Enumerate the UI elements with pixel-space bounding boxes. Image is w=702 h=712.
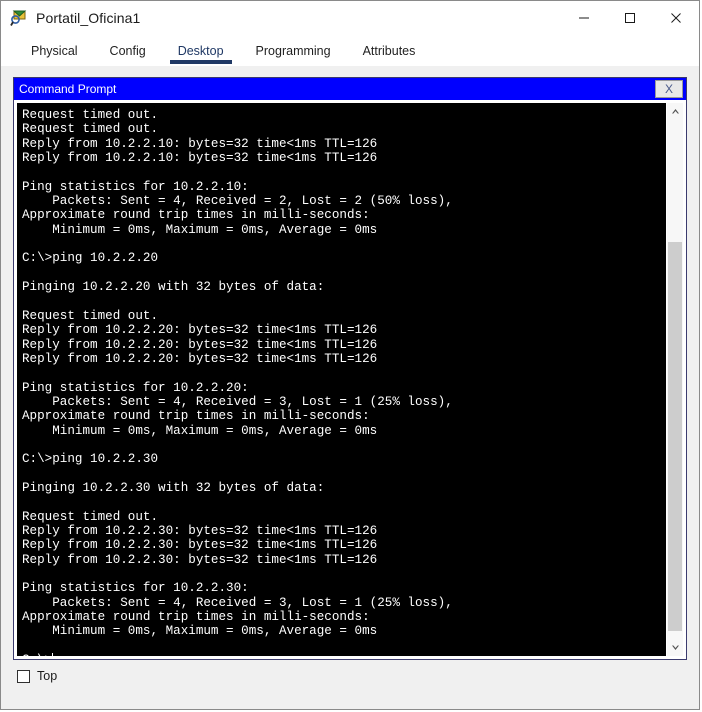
terminal-line: Request timed out. <box>22 509 159 524</box>
terminal-scrollbar[interactable] <box>666 103 683 656</box>
tab-attributes[interactable]: Attributes <box>347 35 432 66</box>
maximize-icon <box>625 13 635 23</box>
tab-programming[interactable]: Programming <box>240 35 347 66</box>
terminal-line: Approximate round trip times in milli-se… <box>22 409 370 424</box>
desktop-panel: Command Prompt X Request timed out. Reque… <box>1 66 699 709</box>
terminal-cursor <box>52 653 54 656</box>
terminal-line: Reply from 10.2.2.20: bytes=32 time<1ms … <box>22 337 378 352</box>
tab-physical[interactable]: Physical <box>15 35 94 66</box>
terminal-line: Reply from 10.2.2.30: bytes=32 time<1ms … <box>22 538 378 553</box>
command-prompt-title: Command Prompt <box>19 82 117 96</box>
terminal-line: Reply from 10.2.2.20: bytes=32 time<1ms … <box>22 323 378 338</box>
terminal-line: Reply from 10.2.2.10: bytes=32 time<1ms … <box>22 151 378 166</box>
chevron-down-icon <box>671 645 679 650</box>
terminal-line: Approximate round trip times in milli-se… <box>22 610 370 625</box>
scrollbar-up-button[interactable] <box>667 103 683 120</box>
terminal-line: Minimum = 0ms, Maximum = 0ms, Average = … <box>22 624 378 639</box>
chevron-up-icon <box>671 109 679 114</box>
tab-desktop[interactable]: Desktop <box>162 35 240 66</box>
terminal-line: C:\>ping 10.2.2.30 <box>22 452 159 467</box>
terminal-line: Request timed out. <box>22 122 159 137</box>
command-prompt-body: Request timed out. Request timed out. Repl… <box>14 100 686 659</box>
terminal-line: Approximate round trip times in milli-se… <box>22 208 370 223</box>
terminal-line: Request timed out. <box>22 108 159 122</box>
terminal-line: Ping statistics for 10.2.2.20: <box>22 380 249 395</box>
top-checkbox[interactable] <box>17 669 30 683</box>
terminal-line: Reply from 10.2.2.10: bytes=32 time<1ms … <box>22 136 378 151</box>
tab-strip: Physical Config Desktop Programming Attr… <box>1 35 699 66</box>
close-icon <box>671 13 681 23</box>
title-bar: Portatil_Oficina1 <box>1 1 699 35</box>
terminal-line: Request timed out. <box>22 308 159 323</box>
terminal-line: Minimum = 0ms, Maximum = 0ms, Average = … <box>22 222 378 237</box>
terminal-line: Packets: Sent = 4, Received = 3, Lost = … <box>22 595 453 610</box>
terminal-line: Reply from 10.2.2.30: bytes=32 time<1ms … <box>22 552 378 567</box>
scrollbar-down-button[interactable] <box>667 639 683 656</box>
terminal-line: Pinging 10.2.2.30 with 32 bytes of data: <box>22 480 325 495</box>
maximize-button[interactable] <box>607 2 653 35</box>
terminal-line: C:\> <box>22 653 666 656</box>
window-title: Portatil_Oficina1 <box>36 10 141 26</box>
terminal-line: C:\>ping 10.2.2.20 <box>22 251 159 266</box>
packet-tracer-device-icon <box>10 9 28 27</box>
terminal-line: Ping statistics for 10.2.2.30: <box>22 581 249 596</box>
close-button[interactable] <box>653 2 699 35</box>
top-checkbox-label: Top <box>37 669 58 683</box>
minimize-icon <box>579 17 589 19</box>
command-prompt-close-button[interactable]: X <box>655 80 683 98</box>
command-prompt-window: Command Prompt X Request timed out. Reque… <box>13 77 687 660</box>
scrollbar-track[interactable] <box>667 120 683 639</box>
terminal-line: Reply from 10.2.2.30: bytes=32 time<1ms … <box>22 523 378 538</box>
footer-bar: Top <box>13 660 687 683</box>
scrollbar-thumb[interactable] <box>668 241 682 632</box>
terminal-line: Packets: Sent = 4, Received = 2, Lost = … <box>22 194 453 209</box>
terminal-line: Reply from 10.2.2.20: bytes=32 time<1ms … <box>22 351 378 366</box>
tab-config[interactable]: Config <box>94 35 162 66</box>
device-window: Portatil_Oficina1 Physical Config Deskto… <box>0 0 700 710</box>
terminal-output[interactable]: Request timed out. Request timed out. Repl… <box>17 103 666 656</box>
terminal-line: Pinging 10.2.2.20 with 32 bytes of data: <box>22 280 325 295</box>
terminal-line: Packets: Sent = 4, Received = 3, Lost = … <box>22 394 453 409</box>
minimize-button[interactable] <box>561 2 607 35</box>
terminal-line: Ping statistics for 10.2.2.10: <box>22 179 249 194</box>
command-prompt-title-bar: Command Prompt X <box>14 78 686 100</box>
terminal-line: Minimum = 0ms, Maximum = 0ms, Average = … <box>22 423 378 438</box>
